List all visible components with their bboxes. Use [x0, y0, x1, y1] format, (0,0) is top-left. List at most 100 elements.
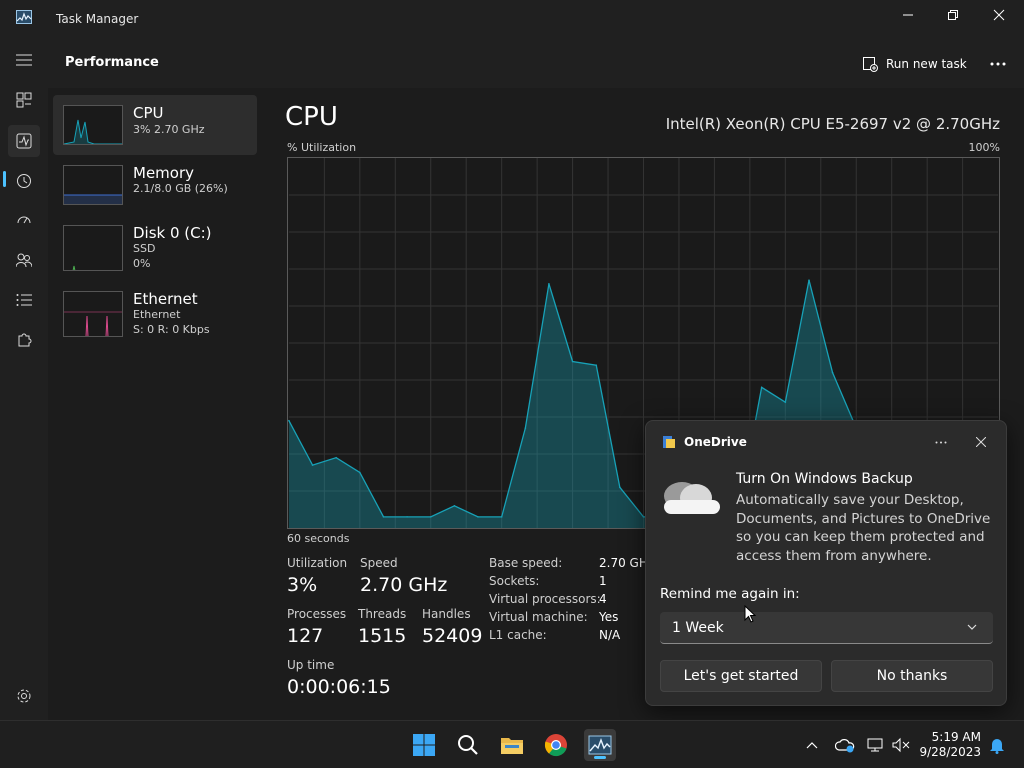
cpu-data-point	[619, 486, 621, 489]
sidebar-item-cpu[interactable]: CPU 3% 2.70 GHz	[53, 95, 257, 155]
cpu-thumbnail	[63, 105, 123, 145]
memory-thumbnail	[63, 165, 123, 205]
cpu-data-point	[524, 427, 527, 429]
minimize-icon	[903, 14, 913, 16]
task-manager-icon	[588, 735, 612, 755]
sidebar-item-label: CPU	[133, 104, 164, 122]
no-thanks-button[interactable]: No thanks	[831, 660, 993, 692]
notification-body: Automatically save your Desktop, Documen…	[736, 492, 991, 564]
sidebar-item-subtitle: Ethernet	[133, 308, 181, 321]
onedrive-tray-button[interactable]	[832, 729, 858, 761]
cpu-data-point	[500, 516, 503, 518]
page-header: Performance Run new task	[48, 38, 1024, 88]
speed-label: Speed	[360, 556, 398, 570]
sidebar-item-subtitle: SSD	[133, 242, 156, 255]
lets-get-started-button[interactable]: Let's get started	[660, 660, 822, 692]
app-history-nav-button[interactable]	[8, 165, 40, 197]
cpu-data-point	[760, 386, 763, 389]
cpu-data-point	[311, 464, 314, 466]
cpu-data-point	[808, 279, 810, 281]
chrome-icon	[544, 734, 567, 757]
onedrive-app-icon	[663, 436, 675, 448]
sidebar-item-label: Memory	[133, 164, 195, 182]
history-icon	[17, 174, 31, 188]
graph-y-label: % Utilization	[287, 141, 357, 154]
list-icon	[16, 294, 32, 306]
sidebar-item-ethernet[interactable]: Ethernet Ethernet S: 0 R: 0 Kbps	[53, 282, 257, 342]
threads-label: Threads	[358, 607, 407, 621]
performance-nav-button[interactable]	[8, 125, 40, 157]
sidebar-item-memory[interactable]: Memory 2.1/8.0 GB (26%)	[53, 156, 257, 216]
uptime-label: Up time	[287, 658, 335, 672]
processes-value: 127	[287, 625, 324, 647]
notification-heading: Turn On Windows Backup	[736, 471, 913, 487]
settings-nav-button[interactable]	[8, 680, 40, 712]
run-new-task-button[interactable]: Run new task	[862, 52, 967, 76]
sidebar-item-subtitle: 2.1/8.0 GB (26%)	[133, 182, 228, 195]
taskbar-clock[interactable]: 5:19 AM 9/28/2023	[919, 730, 981, 760]
start-button[interactable]	[408, 729, 440, 761]
cpu-data-point	[429, 516, 432, 518]
users-nav-button[interactable]	[8, 244, 40, 276]
l1-cache-value: N/A	[599, 628, 621, 642]
active-indicator	[3, 171, 6, 187]
active-app-indicator	[594, 756, 606, 759]
onedrive-notification: OneDrive Turn On Windows Backup Automati…	[645, 420, 1007, 706]
cpu-data-point	[477, 516, 479, 518]
network-icon	[867, 738, 883, 752]
disk-thumbnail	[63, 225, 123, 271]
more-icon	[935, 441, 947, 443]
sidebar-item-detail: S: 0 R: 0 Kbps	[133, 323, 210, 336]
maximize-button[interactable]	[930, 0, 976, 30]
volume-tray-button[interactable]	[889, 729, 913, 761]
l1-cache-label: L1 cache:	[489, 628, 547, 642]
processes-label: Processes	[287, 607, 347, 621]
services-nav-button[interactable]	[8, 325, 40, 357]
disk-mini-graph	[72, 265, 76, 270]
taskbar-search-button[interactable]	[452, 729, 484, 761]
search-icon	[458, 735, 478, 755]
start-icon	[413, 734, 435, 756]
show-hidden-icons-button[interactable]	[801, 729, 823, 761]
sidebar-item-label: Disk 0 (C:)	[133, 224, 212, 242]
chevron-down-icon	[967, 624, 977, 630]
speed-value: 2.70 GHz	[360, 574, 448, 596]
remind-dropdown[interactable]: 1 Week	[660, 612, 993, 644]
file-explorer-button[interactable]	[496, 729, 528, 761]
bell-icon	[990, 739, 1004, 754]
clock-time: 5:19 AM	[931, 730, 981, 744]
sockets-label: Sockets:	[489, 574, 540, 588]
notifications-button[interactable]	[986, 729, 1008, 761]
network-tray-button[interactable]	[864, 729, 888, 761]
more-options-button[interactable]	[984, 52, 1012, 76]
task-manager-taskbar-button[interactable]	[584, 729, 616, 761]
gauge-icon	[17, 216, 31, 224]
chrome-button[interactable]	[540, 729, 572, 761]
notification-close-button[interactable]	[970, 433, 992, 451]
handles-value: 52409	[422, 625, 483, 647]
cpu-data-point	[548, 283, 550, 285]
close-icon	[976, 437, 986, 447]
mouse-cursor-icon	[744, 605, 756, 623]
cpu-data-point	[453, 505, 456, 507]
sidebar-item-disk[interactable]: Disk 0 (C:) SSD 0%	[53, 216, 257, 276]
virtual-machine-value: Yes	[599, 610, 619, 624]
notification-more-button[interactable]	[930, 433, 952, 451]
details-nav-button[interactable]	[8, 284, 40, 316]
hamburger-menu-button[interactable]	[8, 44, 40, 76]
volume-muted-icon	[892, 737, 910, 753]
chevron-up-icon	[806, 742, 818, 749]
processes-nav-button[interactable]	[8, 84, 40, 116]
minimize-button[interactable]	[885, 0, 931, 30]
memory-mini-graph	[64, 194, 122, 204]
cpu-data-point	[595, 364, 598, 366]
virtual-processors-value: 4	[599, 592, 607, 606]
remind-label: Remind me again in:	[660, 586, 800, 602]
run-task-icon	[863, 57, 878, 72]
virtual-machine-label: Virtual machine:	[489, 610, 588, 624]
file-explorer-icon	[501, 738, 523, 754]
startup-apps-nav-button[interactable]	[8, 204, 40, 236]
run-new-task-label: Run new task	[886, 57, 967, 71]
more-icon	[990, 62, 1006, 66]
close-button[interactable]	[976, 0, 1022, 30]
